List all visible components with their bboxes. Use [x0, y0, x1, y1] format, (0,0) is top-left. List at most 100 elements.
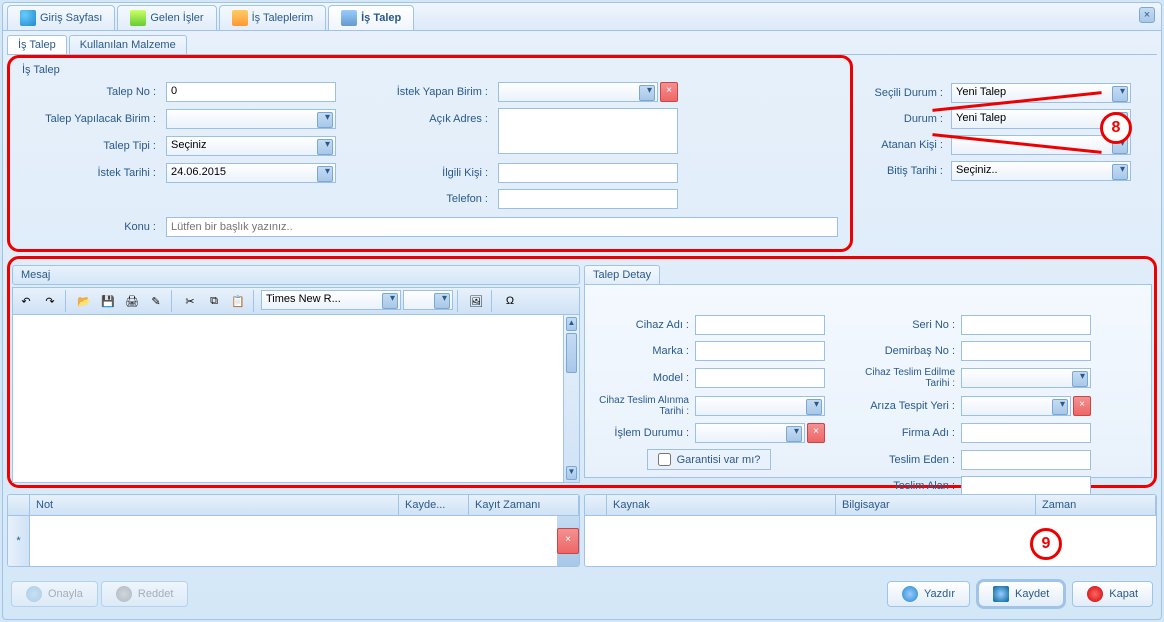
telefon-input[interactable]	[498, 189, 678, 209]
label-seri-no: Seri No :	[849, 319, 959, 331]
ilgili-kisi-input[interactable]	[498, 163, 678, 183]
symbol-button[interactable]: Ω	[499, 290, 521, 312]
acik-adres-textarea[interactable]	[498, 108, 678, 154]
istek-tarihi-date[interactable]: 24.06.2015	[166, 163, 336, 183]
scroll-up-icon[interactable]: ▲	[566, 317, 577, 331]
label-secili-durum: Seçili Durum :	[857, 87, 947, 99]
label-ilgili-kisi: İlgili Kişi :	[374, 167, 494, 179]
label-konu: Konu :	[22, 221, 162, 233]
editor-scrollbar[interactable]: ▲ ▼	[563, 315, 579, 482]
col-kaynak[interactable]: Kaynak	[607, 495, 836, 515]
reddet-button[interactable]: Reddet	[101, 581, 188, 607]
label-demirbas-no: Demirbaş No :	[849, 345, 959, 357]
editor-area[interactable]: ▲ ▼	[12, 315, 580, 483]
label-telefon: Telefon :	[374, 193, 494, 205]
col-kayde[interactable]: Kayde...	[399, 495, 469, 515]
requests-icon	[232, 10, 248, 26]
demirbas-no-input[interactable]	[961, 341, 1091, 361]
redo-button[interactable]: ↷	[39, 290, 61, 312]
scroll-down-icon[interactable]: ▼	[566, 466, 577, 480]
label-teslim-edilme: Cihaz Teslim Edilme Tarihi :	[849, 367, 959, 389]
teslim-eden-input[interactable]	[961, 450, 1091, 470]
label-teslim-eden: Teslim Eden :	[849, 454, 959, 466]
content: İş Talep Kullanılan Malzeme İş Talep Tal…	[3, 31, 1161, 619]
grid-kaynaklar: Kaynak Bilgisayar Zaman	[584, 494, 1157, 567]
garanti-checkbox[interactable]: Garantisi var mı?	[647, 449, 772, 470]
col-bilgisayar[interactable]: Bilgisayar	[836, 495, 1036, 515]
ariza-yeri-select[interactable]	[961, 396, 1071, 416]
subtab-is-talep[interactable]: İş Talep	[7, 35, 67, 54]
label-bitis-tarihi: Bitiş Tarihi :	[857, 165, 947, 177]
istek-birim-select[interactable]	[498, 82, 658, 102]
label-model: Model :	[593, 372, 693, 384]
yazdir-button[interactable]: Yazdır	[887, 581, 970, 607]
grid-notlar: Not Kayde... Kayıt Zamanı * ×	[7, 494, 580, 567]
paste-button[interactable]: 📋	[227, 290, 249, 312]
close-panel-button[interactable]: ×	[1139, 7, 1155, 23]
firma-adi-input[interactable]	[961, 423, 1091, 443]
label-durum: Durum :	[857, 113, 947, 125]
sub-tabs: İş Talep Kullanılan Malzeme	[7, 35, 1157, 55]
label-talep-no: Talep No :	[22, 86, 162, 98]
tab-is-taleplerim[interactable]: İş Taleplerim	[219, 5, 327, 30]
callout-8: 8	[1100, 112, 1132, 144]
panel-talep-detay-tab[interactable]: Talep Detay	[584, 265, 660, 284]
fieldset-is-talep: İş Talep Talep No : 0 İstek Yapan Birim …	[14, 62, 846, 245]
talep-no-input[interactable]: 0	[166, 82, 336, 102]
label-firma-adi: Firma Adı :	[849, 427, 959, 439]
clear-islem-durumu-button[interactable]: ×	[807, 423, 825, 443]
undo-button[interactable]: ↶	[15, 290, 37, 312]
image-button[interactable]: 🖼	[465, 290, 487, 312]
close-grid-button[interactable]: ×	[557, 516, 579, 566]
font-select[interactable]: Times New R...	[261, 290, 401, 310]
tab-home[interactable]: Giriş Sayfası	[7, 5, 115, 30]
cut-button[interactable]: ✂	[179, 290, 201, 312]
app-window: Giriş Sayfası Gelen İşler İş Taleplerim …	[2, 2, 1162, 620]
label-marka: Marka :	[593, 345, 693, 357]
talep-birim-select[interactable]	[166, 109, 336, 129]
seri-no-input[interactable]	[961, 315, 1091, 335]
save-button[interactable]: 💾	[97, 290, 119, 312]
save-icon	[993, 586, 1009, 602]
onayla-button[interactable]: Onayla	[11, 581, 98, 607]
copy-button[interactable]: ⧉	[203, 290, 225, 312]
tab-is-talep[interactable]: İş Talep	[328, 5, 414, 30]
label-teslim-alinma: Cihaz Teslim Alınma Tarihi :	[593, 395, 693, 417]
label-istek-birim: İstek Yapan Birim :	[374, 86, 494, 98]
minus-icon	[116, 586, 132, 602]
font-size-select[interactable]	[403, 290, 453, 310]
islem-durumu-select[interactable]	[695, 423, 805, 443]
talep-tipi-select[interactable]: Seçiniz	[166, 136, 336, 156]
print-button[interactable]: 🖨	[121, 290, 143, 312]
scroll-thumb[interactable]	[566, 333, 577, 373]
konu-input[interactable]	[166, 217, 838, 237]
label-atanan-kisi: Atanan Kişi :	[857, 139, 947, 151]
col-kayit-zamani[interactable]: Kayıt Zamanı	[469, 495, 579, 515]
kaydet-button[interactable]: Kaydet	[976, 579, 1066, 609]
edit-button[interactable]: ✎	[145, 290, 167, 312]
model-input[interactable]	[695, 368, 825, 388]
bitis-tarihi-select[interactable]: Seçiniz..	[951, 161, 1131, 181]
teslim-edilme-date[interactable]	[961, 368, 1091, 388]
panel-mesaj-header: Mesaj	[12, 265, 580, 285]
callout-9: 9	[1030, 528, 1062, 560]
teslim-alinma-date[interactable]	[695, 396, 825, 416]
row-indicator: *	[8, 516, 30, 566]
open-button[interactable]: 📂	[73, 290, 95, 312]
marka-input[interactable]	[695, 341, 825, 361]
label-acik-adres: Açık Adres :	[374, 113, 494, 125]
home-icon	[20, 10, 36, 26]
job-icon	[341, 10, 357, 26]
col-not[interactable]: Not	[30, 495, 399, 515]
clear-istek-birim-button[interactable]: ×	[660, 82, 678, 102]
grid-row[interactable]	[585, 516, 1156, 566]
subtab-kullanilan-malzeme[interactable]: Kullanılan Malzeme	[69, 35, 187, 54]
kapat-button[interactable]: Kapat	[1072, 581, 1153, 607]
clear-ariza-yeri-button[interactable]: ×	[1073, 396, 1091, 416]
teslim-alan-input[interactable]	[961, 476, 1091, 496]
cihaz-adi-input[interactable]	[695, 315, 825, 335]
col-zaman[interactable]: Zaman	[1036, 495, 1156, 515]
grid-row[interactable]	[30, 516, 557, 566]
label-talep-tipi: Talep Tipi :	[22, 140, 162, 152]
tab-gelen-isler[interactable]: Gelen İşler	[117, 5, 216, 30]
